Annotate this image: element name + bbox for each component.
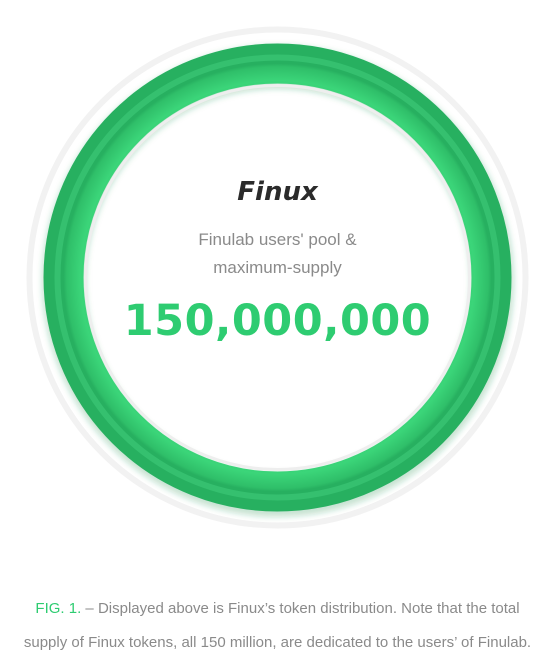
caption-line1-text: – Displayed above is Finux’s token distr… — [81, 600, 520, 617]
caption-line2: supply of Finux tokens, all 150 million,… — [23, 634, 532, 651]
caption-line1: FIG. 1. – Displayed above is Finux’s tok… — [0, 592, 555, 626]
figure-caption: FIG. 1. – Displayed above is Finux’s tok… — [0, 592, 555, 660]
pool-description-line1: Finulab users' pool & — [198, 230, 357, 249]
ring-center-content: Finux Finulab users' pool & maximum-supp… — [90, 150, 465, 346]
pool-description-line2: maximum-supply — [213, 258, 342, 277]
token-name: Finux — [237, 177, 318, 207]
figure-label: FIG. 1. — [35, 600, 82, 617]
pool-description: Finulab users' pool & maximum-supply — [90, 226, 465, 282]
max-supply-value: 150,000,000 — [123, 296, 432, 346]
